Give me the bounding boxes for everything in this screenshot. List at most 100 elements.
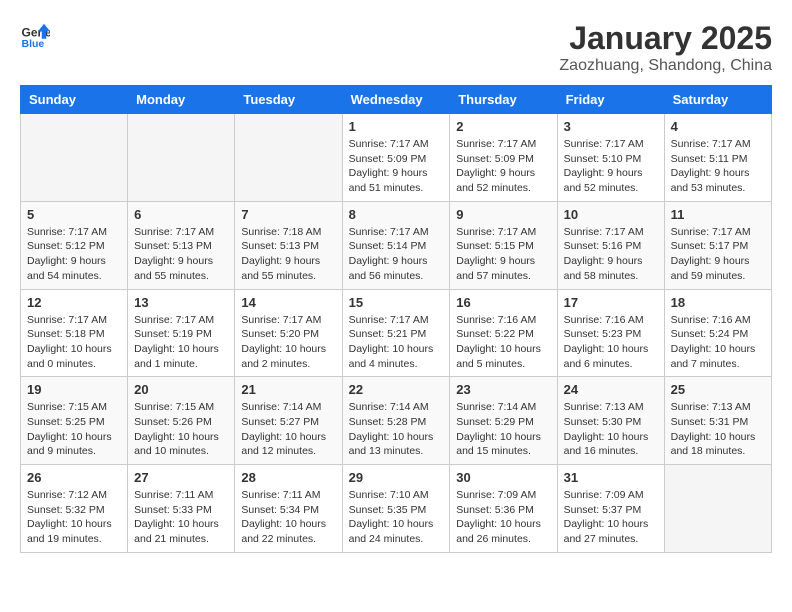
calendar-cell: 15 Sunrise: 7:17 AM Sunset: 5:21 PM Dayli… — [342, 289, 450, 377]
day-number: 30 — [456, 470, 550, 485]
day-header-saturday: Saturday — [664, 86, 771, 114]
cell-content: Sunrise: 7:17 AM Sunset: 5:18 PM Dayligh… — [27, 313, 121, 372]
calendar-cell — [664, 465, 771, 553]
cell-content: Sunrise: 7:17 AM Sunset: 5:10 PM Dayligh… — [564, 137, 658, 196]
calendar-cell: 13 Sunrise: 7:17 AM Sunset: 5:19 PM Dayli… — [128, 289, 235, 377]
cell-content: Sunrise: 7:17 AM Sunset: 5:11 PM Dayligh… — [671, 137, 765, 196]
cell-content: Sunrise: 7:16 AM Sunset: 5:23 PM Dayligh… — [564, 313, 658, 372]
cell-content: Sunrise: 7:17 AM Sunset: 5:12 PM Dayligh… — [27, 225, 121, 284]
day-number: 7 — [241, 207, 335, 222]
subtitle: Zaozhuang, Shandong, China — [559, 57, 772, 75]
day-number: 28 — [241, 470, 335, 485]
cell-content: Sunrise: 7:17 AM Sunset: 5:19 PM Dayligh… — [134, 313, 228, 372]
logo: General Blue — [20, 20, 50, 50]
day-header-wednesday: Wednesday — [342, 86, 450, 114]
calendar-cell: 26 Sunrise: 7:12 AM Sunset: 5:32 PM Dayli… — [21, 465, 128, 553]
day-number: 31 — [564, 470, 658, 485]
calendar-cell: 22Sunrise: 7:14 AM Sunset: 5:28 PM Dayli… — [342, 377, 450, 465]
day-number: 18 — [671, 295, 765, 310]
day-number: 6 — [134, 207, 228, 222]
day-header-monday: Monday — [128, 86, 235, 114]
calendar-cell: 8 Sunrise: 7:17 AM Sunset: 5:14 PM Daylig… — [342, 201, 450, 289]
calendar-cell: 17 Sunrise: 7:16 AM Sunset: 5:23 PM Dayli… — [557, 289, 664, 377]
day-number: 4 — [671, 119, 765, 134]
cell-content: Sunrise: 7:10 AM Sunset: 5:35 PM Dayligh… — [349, 488, 444, 547]
calendar-cell — [128, 114, 235, 202]
title-section: January 2025 Zaozhuang, Shandong, China — [559, 20, 772, 75]
calendar-cell: 5 Sunrise: 7:17 AM Sunset: 5:12 PM Daylig… — [21, 201, 128, 289]
day-number: 8 — [349, 207, 444, 222]
calendar-cell: 9 Sunrise: 7:17 AM Sunset: 5:15 PM Daylig… — [450, 201, 557, 289]
calendar-cell — [21, 114, 128, 202]
day-number: 25 — [671, 382, 765, 397]
calendar-week-row: 5 Sunrise: 7:17 AM Sunset: 5:12 PM Daylig… — [21, 201, 772, 289]
day-number: 19 — [27, 382, 121, 397]
day-number: 2 — [456, 119, 550, 134]
cell-content: Sunrise: 7:17 AM Sunset: 5:21 PM Dayligh… — [349, 313, 444, 372]
calendar-cell: 19Sunrise: 7:15 AM Sunset: 5:25 PM Dayli… — [21, 377, 128, 465]
day-header-friday: Friday — [557, 86, 664, 114]
calendar-cell: 1 Sunrise: 7:17 AM Sunset: 5:09 PM Daylig… — [342, 114, 450, 202]
calendar-cell: 29 Sunrise: 7:10 AM Sunset: 5:35 PM Dayli… — [342, 465, 450, 553]
calendar-cell: 11Sunrise: 7:17 AM Sunset: 5:17 PM Dayli… — [664, 201, 771, 289]
day-number: 29 — [349, 470, 444, 485]
calendar-cell: 27 Sunrise: 7:11 AM Sunset: 5:33 PM Dayli… — [128, 465, 235, 553]
cell-content: Sunrise: 7:11 AM Sunset: 5:33 PM Dayligh… — [134, 488, 228, 547]
day-number: 1 — [349, 119, 444, 134]
page-header: General Blue January 2025 Zaozhuang, Sha… — [20, 20, 772, 75]
day-number: 5 — [27, 207, 121, 222]
main-title: January 2025 — [559, 20, 772, 57]
day-number: 10 — [564, 207, 658, 222]
cell-content: Sunrise: 7:17 AM Sunset: 5:16 PM Dayligh… — [564, 225, 658, 284]
day-number: 14 — [241, 295, 335, 310]
calendar-cell: 14 Sunrise: 7:17 AM Sunset: 5:20 PM Dayli… — [235, 289, 342, 377]
day-number: 22 — [349, 382, 444, 397]
day-number: 17 — [564, 295, 658, 310]
cell-content: Sunrise: 7:17 AM Sunset: 5:15 PM Dayligh… — [456, 225, 550, 284]
cell-content: Sunrise: 7:17 AM Sunset: 5:09 PM Dayligh… — [456, 137, 550, 196]
calendar-cell: 25 Sunrise: 7:13 AM Sunset: 5:31 PM Dayli… — [664, 377, 771, 465]
calendar-cell: 28 Sunrise: 7:11 AM Sunset: 5:34 PM Dayli… — [235, 465, 342, 553]
cell-content: Sunrise: 7:09 AM Sunset: 5:37 PM Dayligh… — [564, 488, 658, 547]
calendar-cell: 31 Sunrise: 7:09 AM Sunset: 5:37 PM Dayli… — [557, 465, 664, 553]
calendar-cell: 24Sunrise: 7:13 AM Sunset: 5:30 PM Dayli… — [557, 377, 664, 465]
calendar-cell: 2 Sunrise: 7:17 AM Sunset: 5:09 PM Daylig… — [450, 114, 557, 202]
day-number: 20 — [134, 382, 228, 397]
cell-content: Sunrise: 7:13 AM Sunset: 5:30 PM Dayligh… — [564, 400, 658, 459]
calendar-week-row: 19Sunrise: 7:15 AM Sunset: 5:25 PM Dayli… — [21, 377, 772, 465]
calendar-week-row: 12 Sunrise: 7:17 AM Sunset: 5:18 PM Dayli… — [21, 289, 772, 377]
cell-content: Sunrise: 7:15 AM Sunset: 5:26 PM Dayligh… — [134, 400, 228, 459]
day-number: 13 — [134, 295, 228, 310]
cell-content: Sunrise: 7:13 AM Sunset: 5:31 PM Dayligh… — [671, 400, 765, 459]
day-number: 21 — [241, 382, 335, 397]
calendar-cell: 16Sunrise: 7:16 AM Sunset: 5:22 PM Dayli… — [450, 289, 557, 377]
calendar-cell: 20 Sunrise: 7:15 AM Sunset: 5:26 PM Dayli… — [128, 377, 235, 465]
cell-content: Sunrise: 7:16 AM Sunset: 5:22 PM Dayligh… — [456, 313, 550, 372]
calendar-cell: 7Sunrise: 7:18 AM Sunset: 5:13 PM Daylig… — [235, 201, 342, 289]
calendar-cell: 30Sunrise: 7:09 AM Sunset: 5:36 PM Dayli… — [450, 465, 557, 553]
cell-content: Sunrise: 7:17 AM Sunset: 5:09 PM Dayligh… — [349, 137, 444, 196]
cell-content: Sunrise: 7:17 AM Sunset: 5:20 PM Dayligh… — [241, 313, 335, 372]
day-number: 9 — [456, 207, 550, 222]
calendar-cell: 4 Sunrise: 7:17 AM Sunset: 5:11 PM Daylig… — [664, 114, 771, 202]
calendar-cell: 3Sunrise: 7:17 AM Sunset: 5:10 PM Daylig… — [557, 114, 664, 202]
cell-content: Sunrise: 7:12 AM Sunset: 5:32 PM Dayligh… — [27, 488, 121, 547]
cell-content: Sunrise: 7:14 AM Sunset: 5:29 PM Dayligh… — [456, 400, 550, 459]
day-number: 27 — [134, 470, 228, 485]
calendar-cell: 21Sunrise: 7:14 AM Sunset: 5:27 PM Dayli… — [235, 377, 342, 465]
day-number: 12 — [27, 295, 121, 310]
calendar-cell — [235, 114, 342, 202]
calendar-week-row: 1 Sunrise: 7:17 AM Sunset: 5:09 PM Daylig… — [21, 114, 772, 202]
day-number: 23 — [456, 382, 550, 397]
day-number: 26 — [27, 470, 121, 485]
cell-content: Sunrise: 7:17 AM Sunset: 5:14 PM Dayligh… — [349, 225, 444, 284]
day-number: 15 — [349, 295, 444, 310]
day-header-thursday: Thursday — [450, 86, 557, 114]
cell-content: Sunrise: 7:16 AM Sunset: 5:24 PM Dayligh… — [671, 313, 765, 372]
calendar-header-row: SundayMondayTuesdayWednesdayThursdayFrid… — [21, 86, 772, 114]
svg-text:Blue: Blue — [22, 38, 45, 50]
cell-content: Sunrise: 7:17 AM Sunset: 5:17 PM Dayligh… — [671, 225, 765, 284]
calendar-cell: 6Sunrise: 7:17 AM Sunset: 5:13 PM Daylig… — [128, 201, 235, 289]
calendar-cell: 12 Sunrise: 7:17 AM Sunset: 5:18 PM Dayli… — [21, 289, 128, 377]
cell-content: Sunrise: 7:11 AM Sunset: 5:34 PM Dayligh… — [241, 488, 335, 547]
